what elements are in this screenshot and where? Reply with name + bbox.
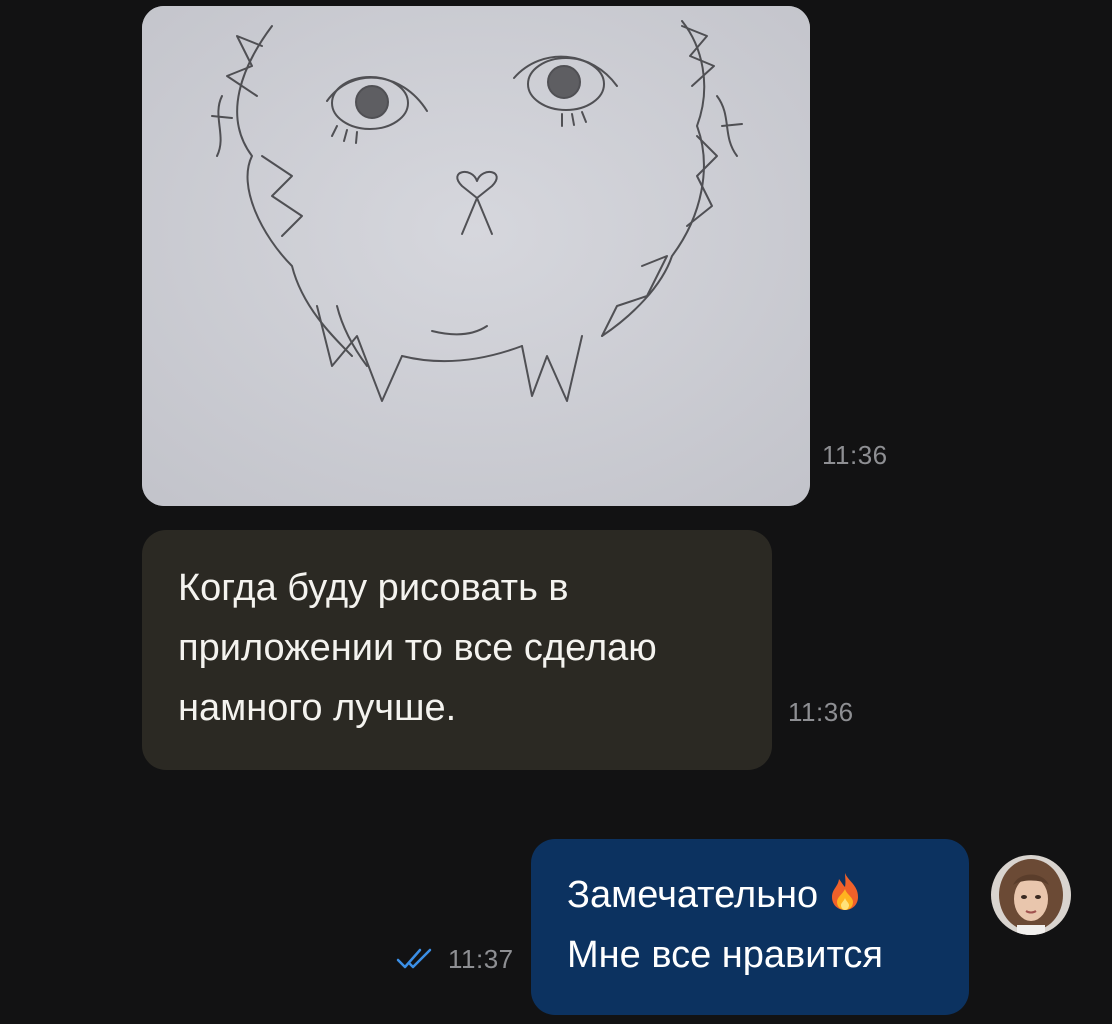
message-time: 11:36 <box>788 697 854 727</box>
message-time: 11:36 <box>822 440 888 470</box>
message-text-line: Замечательно <box>567 865 969 925</box>
chat-area: 11:36 Когда буду рисовать в приложении т… <box>0 0 1112 1024</box>
message-text-line: намного лучше. <box>178 687 457 729</box>
message-text-line: Когда буду рисовать в <box>178 567 569 609</box>
message-time: 11:37 <box>448 944 514 974</box>
avatar[interactable] <box>991 855 1071 935</box>
lion-sketch-image <box>142 6 810 506</box>
message-text: Замечательно <box>567 874 819 916</box>
outgoing-message-bubble[interactable]: Замечательно Мне все нравится <box>531 839 969 1015</box>
incoming-message-bubble[interactable]: Когда буду рисовать в приложении то все … <box>142 530 772 770</box>
image-message[interactable] <box>142 6 810 506</box>
message-text-line: приложении то все сделаю <box>178 627 657 669</box>
message-text-line: Мне все нравится <box>567 934 884 976</box>
user-avatar-image <box>991 855 1071 935</box>
read-double-check-icon <box>396 948 432 969</box>
fire-icon <box>832 873 859 910</box>
